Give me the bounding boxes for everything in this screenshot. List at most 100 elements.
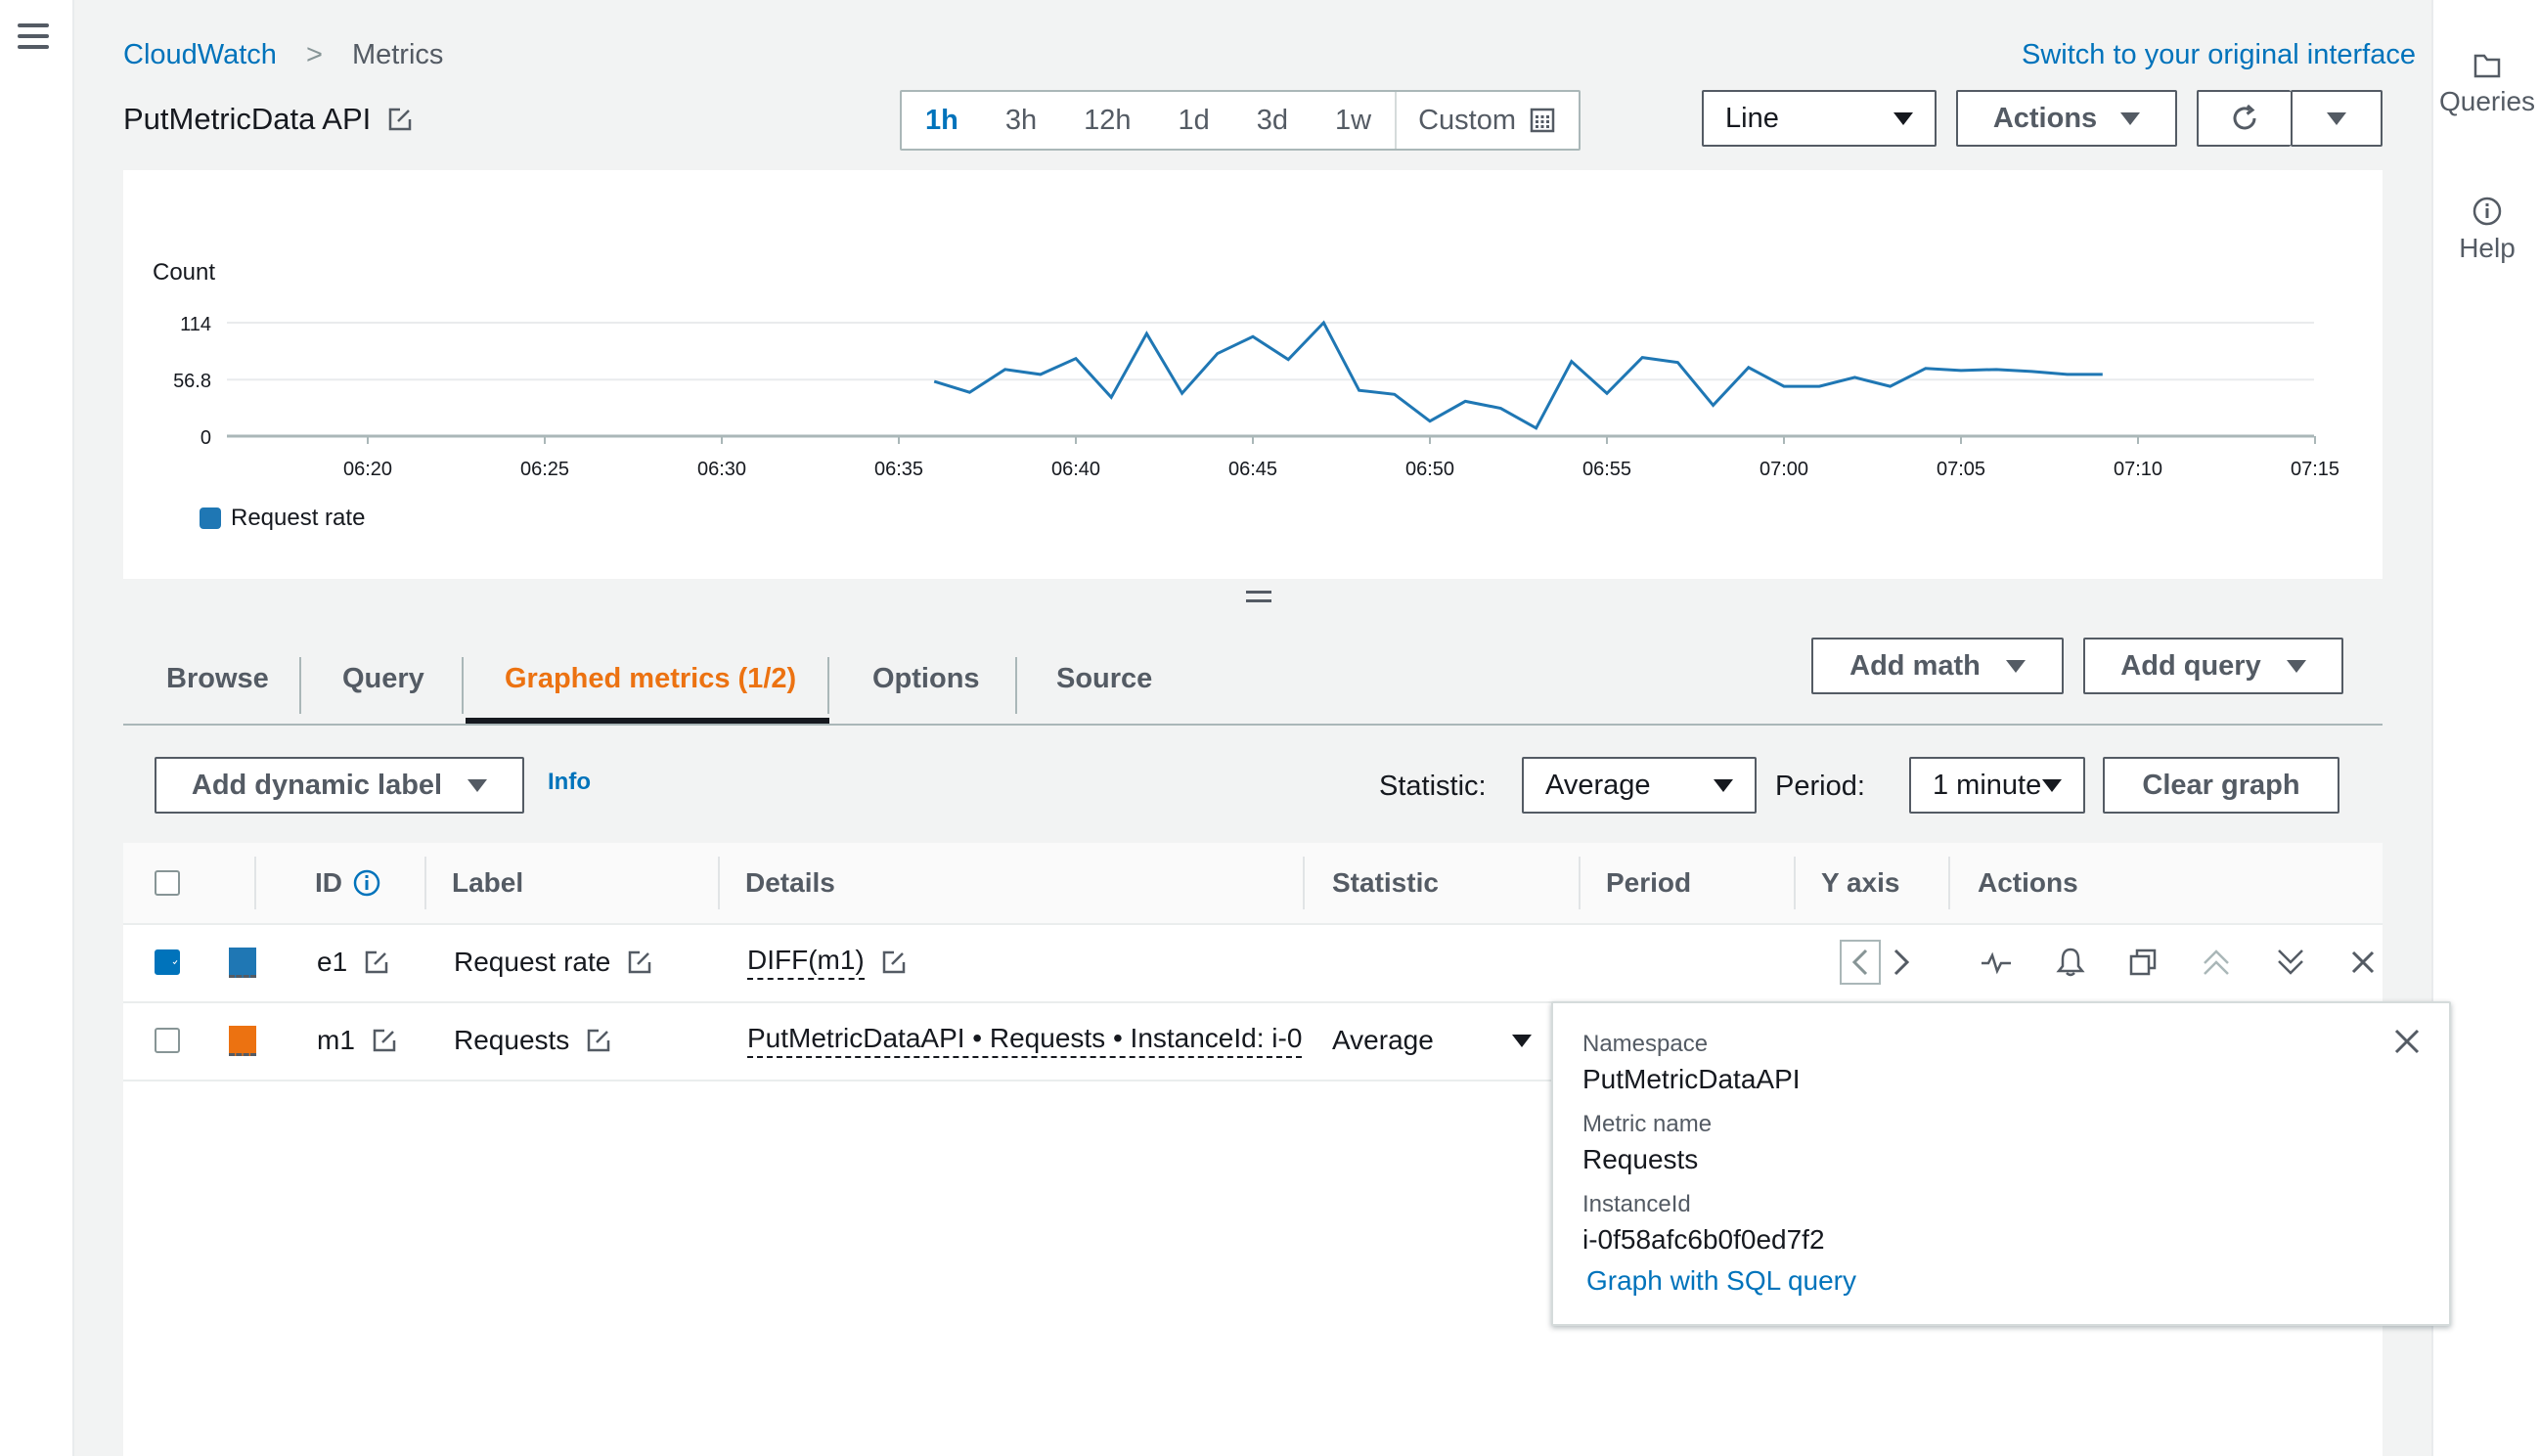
time-range-custom[interactable]: Custom bbox=[1395, 92, 1579, 149]
x-tick-label: 07:00 bbox=[1759, 459, 1808, 480]
legend-swatch bbox=[200, 507, 221, 529]
row-checkbox[interactable] bbox=[155, 1028, 180, 1053]
row-actions bbox=[1964, 923, 2377, 1001]
period-value: 1 minute bbox=[1933, 769, 2042, 801]
add-query-button[interactable]: Add query bbox=[2083, 638, 2343, 694]
info-icon[interactable] bbox=[352, 868, 381, 898]
close-icon[interactable] bbox=[2392, 1027, 2422, 1056]
left-navigation bbox=[0, 0, 74, 1456]
namespace-value: PutMetricDataAPI bbox=[1582, 1064, 1801, 1094]
statistic-dropdown[interactable]: Average bbox=[1522, 757, 1757, 814]
caret-down-icon[interactable] bbox=[1512, 1034, 1532, 1047]
color-swatch[interactable] bbox=[229, 947, 256, 978]
add-dynamic-label-text: Add dynamic label bbox=[191, 769, 443, 801]
queries-tool[interactable]: Queries bbox=[2433, 51, 2539, 117]
row-id: e1 bbox=[317, 923, 390, 1001]
row-checkbox[interactable] bbox=[155, 949, 180, 975]
edit-icon[interactable] bbox=[386, 106, 414, 133]
graph-type-dropdown[interactable]: Line bbox=[1702, 90, 1937, 147]
period-label: Period: bbox=[1775, 771, 1865, 802]
time-range-1d[interactable]: 1d bbox=[1155, 92, 1233, 149]
y-axis-switch-icon[interactable] bbox=[1839, 939, 1917, 986]
header-id: ID bbox=[315, 843, 381, 923]
graph-type-value: Line bbox=[1725, 102, 1779, 134]
instance-id-value: i-0f58afc6b0f0ed7f2 bbox=[1582, 1224, 1825, 1255]
x-tick-label: 06:30 bbox=[697, 459, 746, 480]
time-range-3d[interactable]: 3d bbox=[1233, 92, 1312, 149]
time-range-12h[interactable]: 12h bbox=[1060, 92, 1154, 149]
y-tick-label: 56.8 bbox=[173, 371, 211, 392]
x-tick-label: 07:05 bbox=[1937, 459, 1985, 480]
resize-handle[interactable] bbox=[1246, 591, 1271, 608]
x-tick-label: 06:35 bbox=[874, 459, 923, 480]
add-math-button[interactable]: Add math bbox=[1811, 638, 2064, 694]
custom-label: Custom bbox=[1418, 104, 1517, 136]
table-row: e1 Request rate DIFF(m1) bbox=[123, 923, 2383, 1003]
header-statistic[interactable]: Statistic bbox=[1332, 843, 1439, 923]
move-down-icon[interactable] bbox=[2275, 948, 2306, 977]
edit-icon[interactable] bbox=[585, 1027, 612, 1054]
x-tick-label: 07:15 bbox=[2291, 459, 2339, 480]
tab-source[interactable]: Source bbox=[1056, 636, 1152, 722]
row-details: PutMetricDataAPI • Requests • InstanceId… bbox=[747, 1001, 1305, 1080]
menu-icon[interactable] bbox=[18, 23, 49, 49]
active-tab-indicator bbox=[466, 718, 829, 724]
edit-icon[interactable] bbox=[363, 949, 390, 976]
sparkline-icon[interactable] bbox=[1980, 948, 2013, 977]
alarm-bell-icon[interactable] bbox=[2056, 947, 2085, 978]
duplicate-icon[interactable] bbox=[2128, 948, 2158, 977]
statistic-label: Statistic: bbox=[1379, 771, 1487, 802]
breadcrumb-cloudwatch-link[interactable]: CloudWatch bbox=[123, 39, 277, 70]
remove-icon[interactable] bbox=[2349, 949, 2377, 976]
y-tick-label: 0 bbox=[200, 427, 211, 449]
calendar-icon bbox=[1530, 108, 1555, 133]
tab-browse[interactable]: Browse bbox=[166, 636, 269, 722]
actions-button[interactable]: Actions bbox=[1956, 90, 2177, 147]
time-range-3h[interactable]: 3h bbox=[982, 92, 1060, 149]
time-range-selector: 1h 3h 12h 1d 3d 1w Custom bbox=[900, 90, 1581, 151]
y-tick-label: 114 bbox=[180, 314, 211, 335]
select-all-checkbox[interactable] bbox=[155, 870, 180, 896]
folder-icon bbox=[2473, 54, 2501, 78]
x-tick-label: 06:20 bbox=[343, 459, 392, 480]
add-math-label: Add math bbox=[1849, 649, 1981, 682]
time-range-1h[interactable]: 1h bbox=[902, 92, 982, 149]
period-dropdown[interactable]: 1 minute bbox=[1909, 757, 2085, 814]
switch-interface-link[interactable]: Switch to your original interface bbox=[2022, 39, 2416, 71]
edit-icon[interactable] bbox=[371, 1027, 398, 1054]
refresh-group bbox=[2197, 90, 2383, 147]
y-axis-toggle bbox=[1823, 923, 1917, 1001]
tab-query[interactable]: Query bbox=[342, 636, 424, 722]
chart-legend[interactable]: Request rate bbox=[200, 505, 365, 532]
x-tick-label: 06:55 bbox=[1582, 459, 1631, 480]
tab-graphed-metrics[interactable]: Graphed metrics (1/2) bbox=[505, 636, 796, 722]
color-swatch[interactable] bbox=[229, 1025, 256, 1056]
refresh-options-dropdown[interactable] bbox=[2291, 90, 2383, 147]
header-actions: Actions bbox=[1978, 867, 2078, 898]
tab-options[interactable]: Options bbox=[872, 636, 980, 722]
instance-id-key: InstanceId bbox=[1582, 1191, 1691, 1217]
header-y-axis[interactable]: Y axis bbox=[1821, 843, 1899, 923]
row-statistic[interactable]: Average bbox=[1332, 1001, 1434, 1080]
caret-down-icon bbox=[2327, 111, 2346, 125]
time-range-1w[interactable]: 1w bbox=[1312, 92, 1395, 149]
edit-icon[interactable] bbox=[626, 949, 653, 976]
refresh-button[interactable] bbox=[2197, 90, 2291, 147]
move-up-icon[interactable] bbox=[2201, 948, 2232, 977]
statistic-caret bbox=[1512, 1001, 1532, 1080]
breadcrumb: CloudWatch > Metrics bbox=[123, 39, 443, 71]
caret-down-icon bbox=[1714, 778, 1733, 792]
series-line-request-rate[interactable] bbox=[933, 320, 2103, 430]
clear-graph-button[interactable]: Clear graph bbox=[2103, 757, 2339, 814]
add-dynamic-label-button[interactable]: Add dynamic label bbox=[155, 757, 524, 814]
help-tool[interactable]: Help bbox=[2433, 196, 2539, 264]
row-label: Request rate bbox=[454, 923, 653, 1001]
metric-name-value: Requests bbox=[1582, 1144, 1699, 1174]
edit-icon[interactable] bbox=[880, 949, 908, 976]
x-tick-label: 06:45 bbox=[1228, 459, 1277, 480]
header-label[interactable]: Label bbox=[452, 843, 523, 923]
info-link[interactable]: Info bbox=[548, 769, 591, 796]
header-period[interactable]: Period bbox=[1606, 843, 1691, 923]
header-details[interactable]: Details bbox=[745, 843, 835, 923]
graph-with-sql-link[interactable]: Graph with SQL query bbox=[1586, 1265, 1856, 1297]
